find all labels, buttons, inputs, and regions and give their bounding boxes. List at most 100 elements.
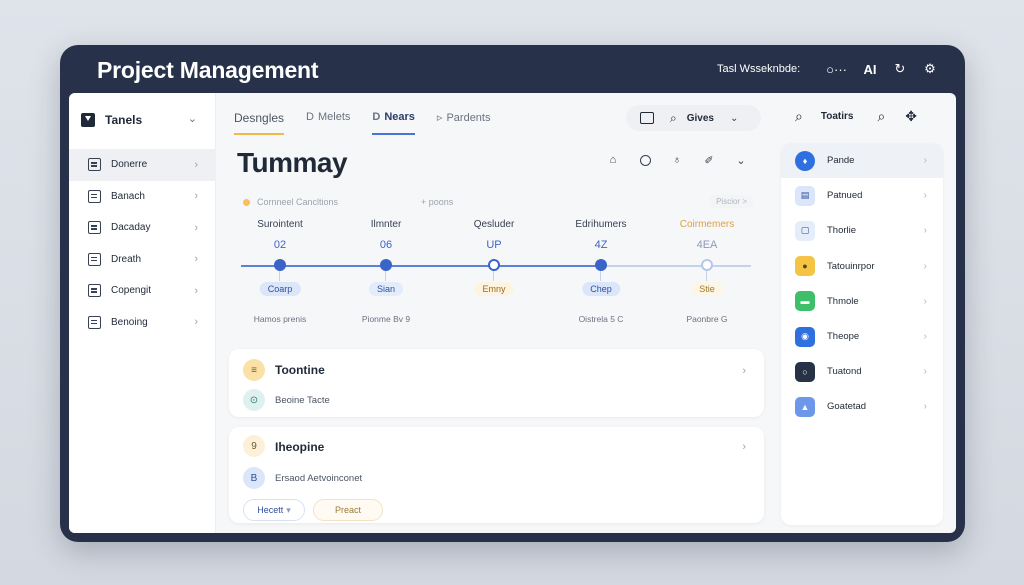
milestone[interactable]: Surointent 02 Coarp Hamos prenis — [225, 219, 335, 324]
sidebar-item-label: Dacaday — [111, 222, 151, 234]
sidebar-items: Donerre › Banach › Dacaday › Dreath › Co… — [69, 149, 216, 338]
filter-control[interactable]: ⌕ Gives ⌄ — [626, 105, 761, 131]
chevron-right-icon: › — [923, 155, 927, 167]
chevron-right-icon: › — [923, 401, 927, 413]
list-item-label: Tatouinrpor — [827, 260, 875, 272]
list-item-label: Theope — [827, 331, 860, 343]
list-item[interactable]: ▬ Thmole › — [781, 284, 943, 319]
milestone[interactable]: Coirmemers 4EA Stie Paonbre G — [652, 219, 762, 324]
milestone-value: 4EA — [696, 239, 718, 251]
chevron-right-icon: › — [923, 190, 927, 202]
sidebar-item-label: Donerre — [111, 159, 148, 171]
chevron-right-icon[interactable]: › — [742, 365, 746, 377]
chevron-right-icon: › — [194, 253, 198, 266]
triangle-icon: ▲ — [795, 396, 815, 417]
tab-designs[interactable]: Desngles — [234, 111, 285, 135]
search-icon[interactable]: ⌕ — [670, 111, 677, 126]
list-item[interactable]: ▤ Patnued › — [781, 178, 943, 213]
list-item[interactable]: ♦ Pande › — [781, 143, 943, 179]
task-card[interactable]: 9 Iheopine › B Ersaod Aetvoinconet Hecet… — [229, 427, 764, 523]
chevron-right-icon: › — [194, 316, 198, 329]
summary-title: Tummay — [237, 147, 348, 178]
tab-prefix: D — [372, 111, 381, 123]
milestone[interactable]: Qesluder UP Emny — [439, 219, 549, 296]
milestone-tag: Emny — [474, 282, 514, 296]
chevron-down-icon[interactable]: ⌄ — [734, 153, 748, 167]
settings-icon[interactable]: ⚙ — [923, 61, 937, 77]
list-item-label: Goatetad — [827, 401, 867, 413]
sidebar-item-label: Dreath — [111, 253, 142, 265]
tab-prefix: ▹ — [436, 112, 443, 124]
star-icon: ● — [795, 256, 815, 277]
pin-icon[interactable]: ♁ — [670, 153, 684, 167]
task-card[interactable]: ≡ Toontine › ⊙ Beoine Tacte — [229, 349, 764, 417]
sidebar-item[interactable]: Banach › — [69, 181, 216, 213]
right-panel-label: Toatirs — [820, 111, 854, 122]
tab-melets[interactable]: D Melets — [306, 111, 350, 131]
milestone[interactable]: Ilmnter 06 Sian Pionme Bv 9 — [331, 219, 441, 324]
circle-icon[interactable] — [638, 153, 652, 167]
filter-icon[interactable] — [640, 112, 654, 124]
home-icon[interactable]: ⌂ — [606, 153, 620, 167]
list-item[interactable]: ▲ Goatetad › — [781, 389, 943, 424]
milestone-stem — [706, 271, 707, 281]
tab-nears[interactable]: D Nears — [372, 111, 415, 135]
sidebar-header[interactable]: Tanels ⌄ — [81, 109, 209, 131]
legend-chip[interactable]: Piscior > — [710, 195, 753, 208]
edit-icon — [88, 252, 101, 266]
task-subtitle: Ersaod Aetvoinconet — [275, 473, 363, 484]
content-area: Tanels ⌄ Donerre › Banach › Dacaday › Dr… — [69, 93, 956, 533]
list-item-label: Patnued — [827, 190, 863, 202]
tab-label: Melets — [317, 111, 351, 123]
milestone-dot — [380, 259, 392, 271]
sidebar-item[interactable]: Dreath › — [69, 244, 216, 276]
more-options-icon[interactable]: ○··· — [826, 62, 847, 77]
task-title: Iheopine — [275, 440, 325, 454]
panels-logo-icon — [81, 113, 95, 127]
chevron-down-icon[interactable]: ⌄ — [730, 113, 738, 124]
list-item-label: Pande — [827, 155, 855, 167]
task-badge-icon: 9 — [243, 435, 265, 457]
primary-action-button[interactable]: Hecett ▾ — [243, 499, 305, 521]
chevron-right-icon: › — [194, 284, 198, 297]
chevron-right-icon: › — [923, 260, 927, 272]
milestone-tag: Coarp — [259, 282, 301, 296]
milestone-dot — [595, 259, 607, 271]
milestone-stem — [385, 271, 386, 281]
target-icon: ◉ — [795, 326, 815, 347]
list-item[interactable]: ● Tatouinrpor › — [781, 249, 943, 284]
magic-icon[interactable]: ✐ — [702, 153, 716, 167]
chevron-down-icon[interactable]: ⌄ — [188, 112, 197, 125]
spreadsheet-icon: ▬ — [795, 291, 815, 312]
secondary-action-button[interactable]: Preact — [313, 499, 383, 521]
milestone[interactable]: Edrihumers 4Z Chep Oistrela 5 C — [546, 219, 656, 324]
tab-bar: Desngles D Melets D Nears ▹ Pardents — [234, 111, 491, 135]
chevron-right-icon: › — [194, 158, 198, 171]
chevron-right-icon[interactable]: › — [742, 441, 746, 453]
right-panel-list: ♦ Pande › ▤ Patnued › ▢ Thorlie › ● Tato… — [781, 143, 943, 525]
search-zoom-icon[interactable]: ⌕ — [877, 108, 885, 125]
sidebar-item[interactable]: Benoing › — [69, 307, 216, 339]
search-icon[interactable]: ⌕ — [795, 108, 803, 125]
legend-secondary: + poons — [421, 197, 454, 207]
sidebar-item[interactable]: Copengit › — [69, 275, 216, 307]
list-item[interactable]: ▢ Thorlie › — [781, 213, 943, 248]
move-icon[interactable]: ✥ — [905, 108, 917, 125]
sidebar-item[interactable]: Donerre › — [69, 149, 216, 181]
task-sub-badge-icon: B — [243, 467, 265, 489]
list-item[interactable]: ◉ Theope › — [781, 319, 943, 354]
legend-row: Cornneel Cancltions + poons Piscior > — [243, 195, 753, 211]
milestone-tag: Sian — [368, 282, 404, 296]
sidebar-item-label: Copengit — [111, 285, 152, 297]
list-item[interactable]: ○ Tuatond › — [781, 354, 943, 389]
tab-pardents[interactable]: ▹ Pardents — [437, 111, 491, 131]
milestone-name: Qesluder — [473, 219, 515, 230]
list-item-label: Tuatond — [827, 366, 862, 378]
timeline-progress — [241, 265, 606, 267]
sidebar-item[interactable]: Dacaday › — [69, 212, 216, 244]
title-bar-actions: Tasl Wsseknbde: ○··· AI ↻ ⚙ — [717, 61, 937, 77]
milestone-value: 4Z — [594, 239, 608, 251]
refresh-icon[interactable]: ↻ — [893, 61, 907, 77]
ai-button[interactable]: AI — [863, 62, 877, 77]
tab-prefix: D — [306, 111, 314, 123]
